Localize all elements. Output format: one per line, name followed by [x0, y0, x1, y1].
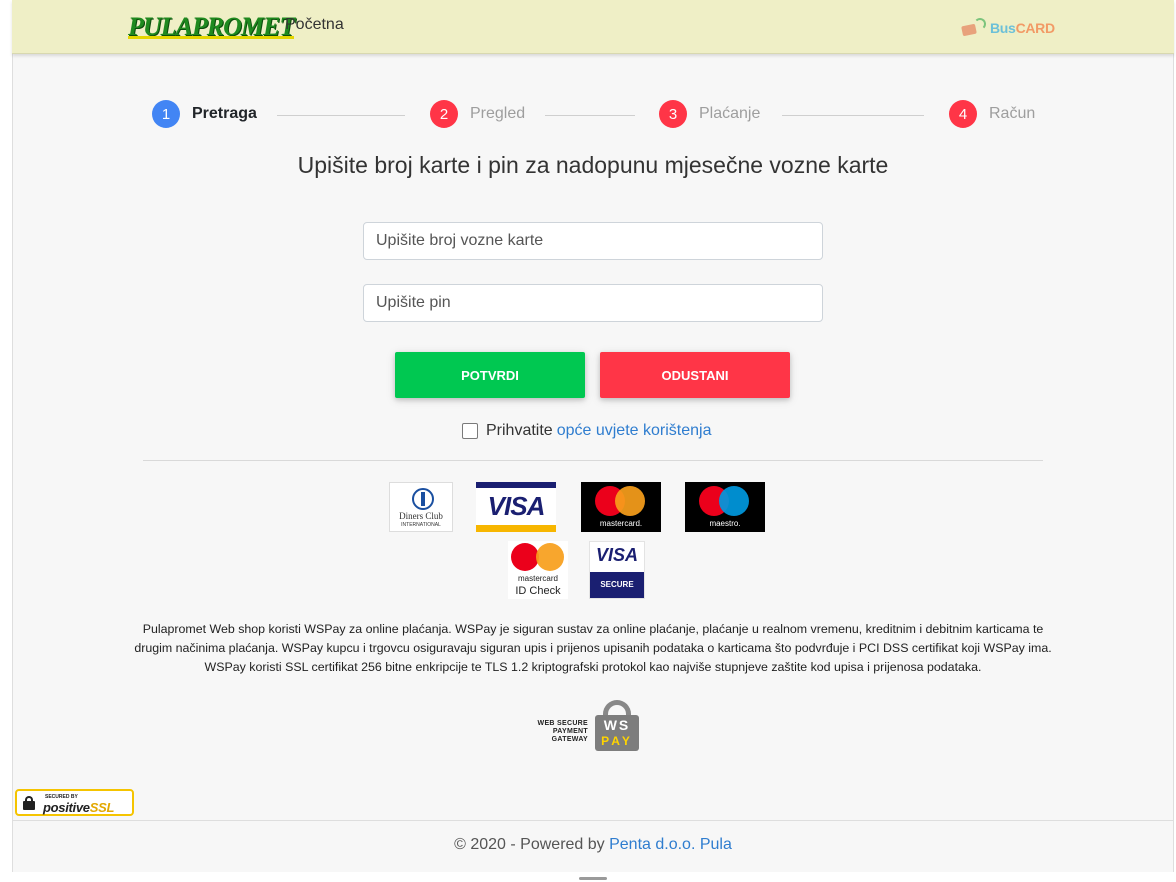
- footer-copyright: © 2020 - Powered by: [454, 836, 610, 853]
- wspay-logo[interactable]: WEB SECURE PAYMENT GATEWAY WS PAY: [516, 700, 640, 752]
- lock-icon: [23, 796, 35, 810]
- step-number: 1: [152, 100, 180, 128]
- ssl-ssl: SSL: [89, 800, 115, 815]
- terms-link[interactable]: opće uvjete korištenja: [557, 422, 712, 440]
- terms-prefix: Prihvatite: [486, 422, 553, 439]
- mastercard-text: mastercard.: [599, 519, 643, 528]
- mastercard-id-check-logo: mastercard ID Check: [508, 541, 568, 599]
- wspay-lock-icon: WS PAY: [595, 700, 639, 752]
- buscard-card-icon: [960, 18, 990, 38]
- page-heading: Upišite broj karte i pin za nadopunu mje…: [297, 152, 889, 178]
- footer: © 2020 - Powered by Penta d.o.o. Pula: [0, 836, 1176, 854]
- visa-logo: VISA: [476, 482, 556, 532]
- visa-secure-top: VISA: [595, 545, 638, 565]
- footer-divider: [13, 820, 1174, 821]
- step-racun: 4 Račun: [949, 100, 1035, 128]
- buscard-text-bus: Bus: [990, 20, 1016, 36]
- wspay-line3: GATEWAY: [551, 736, 588, 743]
- resize-handle[interactable]: [579, 877, 607, 880]
- pulapromet-logo[interactable]: PULAPROMET: [128, 12, 295, 42]
- step-number: 3: [659, 100, 687, 128]
- buscard-logo[interactable]: BusCARD: [960, 18, 1055, 38]
- step-pretraga: 1 Pretraga: [152, 100, 257, 128]
- step-connector: [782, 115, 924, 116]
- checkout-stepper: 1 Pretraga 2 Pregled 3 Plaćanje 4 Račun: [140, 100, 1040, 132]
- wspay-pay: PAY: [601, 734, 633, 748]
- diners-line2: INTERNATIONAL: [401, 522, 441, 528]
- visa-text: VISA: [487, 491, 546, 521]
- step-label: Plaćanje: [699, 105, 761, 122]
- step-number: 2: [430, 100, 458, 128]
- nav-home-link[interactable]: Početna: [285, 16, 344, 34]
- ssl-positive: positive: [43, 800, 90, 815]
- mc-id-line1: mastercard: [517, 574, 558, 583]
- maestro-logo: maestro.: [685, 482, 765, 532]
- step-label: Račun: [989, 105, 1036, 122]
- visa-secure-bottom: SECURE: [590, 572, 644, 598]
- wspay-line1: WEB SECURE: [537, 720, 588, 727]
- top-navbar: PULAPROMET Početna BusCARD: [12, 0, 1174, 54]
- step-connector: [545, 115, 635, 116]
- footer-penta-link[interactable]: Penta d.o.o. Pula: [609, 836, 732, 853]
- mc-id-line2: ID Check: [515, 585, 561, 597]
- positive-ssl-badge[interactable]: SECURED BY positiveSSL: [15, 789, 134, 816]
- divider: [143, 460, 1043, 461]
- wspay-description: Pulapromet Web shop koristi WSPay za onl…: [134, 622, 1052, 674]
- diners-line1: Diners Club: [399, 511, 443, 521]
- step-placanje: 3 Plaćanje: [659, 100, 760, 128]
- cancel-button[interactable]: ODUSTANI: [600, 352, 790, 398]
- step-label: Pretraga: [192, 105, 257, 122]
- wspay-ws: WS: [603, 717, 631, 733]
- terms-row[interactable]: Prihvatite opće uvjete korištenja: [462, 422, 711, 440]
- step-number: 4: [949, 100, 977, 128]
- terms-checkbox[interactable]: [462, 423, 478, 439]
- step-connector: [277, 115, 405, 116]
- buscard-text-card: CARD: [1015, 20, 1056, 36]
- diners-club-logo: Diners Club INTERNATIONAL: [389, 482, 453, 532]
- visa-secure-logo: VISA SECURE: [589, 541, 645, 599]
- pin-input[interactable]: [363, 284, 823, 322]
- mastercard-logo: mastercard.: [581, 482, 661, 532]
- wspay-line2: PAYMENT: [552, 728, 588, 735]
- card-number-input[interactable]: [363, 222, 823, 260]
- step-label: Pregled: [470, 105, 526, 122]
- maestro-text: maestro.: [709, 519, 741, 528]
- confirm-button[interactable]: POTVRDI: [395, 352, 585, 398]
- step-pregled: 2 Pregled: [430, 100, 525, 128]
